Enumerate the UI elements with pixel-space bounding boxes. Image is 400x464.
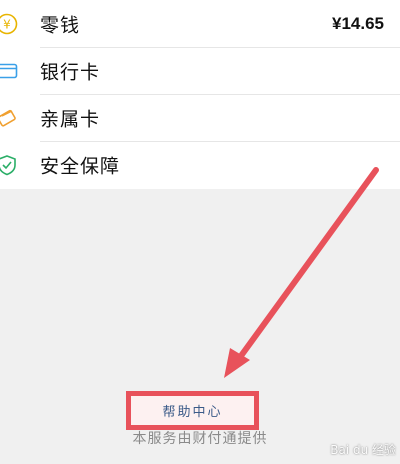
shield-icon — [0, 154, 16, 175]
svg-text:¥: ¥ — [3, 17, 11, 31]
annotation-highlight-box: 帮助中心 — [126, 391, 259, 430]
balance-value: ¥14.65 — [332, 13, 384, 33]
menu-item-change[interactable]: ¥ 零钱 ¥14.65 — [0, 0, 400, 47]
help-center-link[interactable]: 帮助中心 — [162, 401, 222, 420]
watermark: Bai du 经验 — [330, 443, 396, 457]
wallet-menu-list: ¥ 零钱 ¥14.65 银行卡 亲属卡 安全保障 — [0, 0, 400, 189]
menu-item-security[interactable]: 安全保障 — [0, 141, 400, 188]
menu-item-bank-card[interactable]: 银行卡 — [0, 47, 400, 94]
menu-item-label: 零钱 — [40, 14, 81, 36]
menu-item-label: 安全保障 — [40, 155, 121, 177]
menu-item-family-card[interactable]: 亲属卡 — [0, 94, 400, 141]
bank-card-icon — [0, 63, 18, 78]
menu-item-label: 银行卡 — [40, 61, 101, 83]
family-card-icon — [0, 109, 16, 127]
coin-icon: ¥ — [0, 13, 18, 34]
menu-item-label: 亲属卡 — [40, 108, 101, 130]
